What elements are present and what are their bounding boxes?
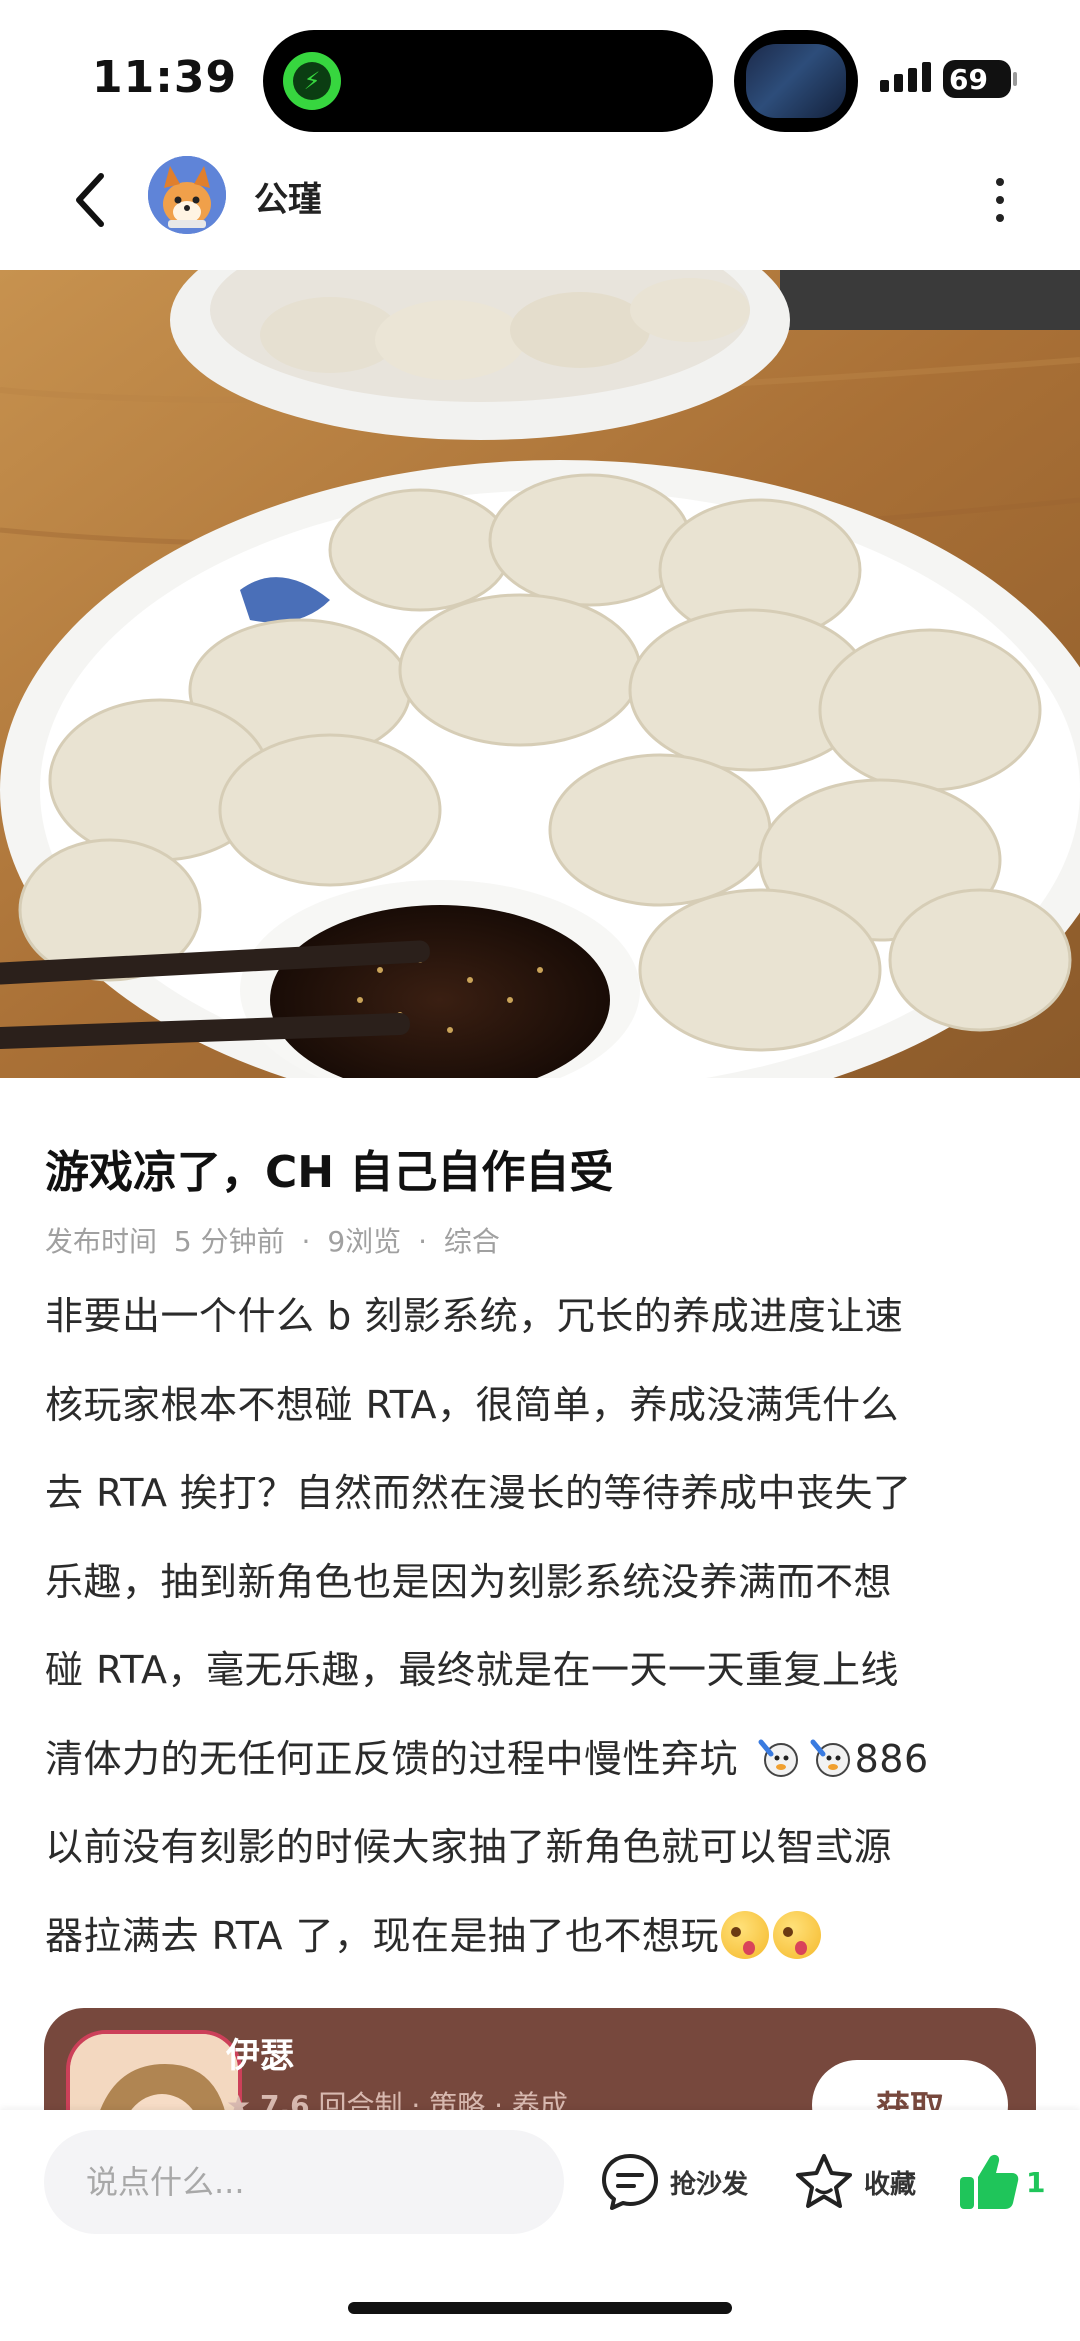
chevron-left-icon xyxy=(76,173,104,227)
thumbs-up-icon xyxy=(960,2154,1019,2209)
meta-separator: · xyxy=(301,1225,311,1258)
woozy-face-emoji-icon xyxy=(721,1910,770,1959)
body-line: 非要出一个什么 b 刻影系统，冗长的养成进度让速 xyxy=(45,1294,904,1338)
body-line-text: 886 xyxy=(854,1736,929,1781)
dynamic-island[interactable]: ⚡ xyxy=(263,30,713,132)
status-time: 11:39 xyxy=(92,52,238,103)
meta-separator: · xyxy=(418,1225,427,1258)
author-name[interactable]: 公瑾 xyxy=(254,172,322,221)
body-line: 去 RTA 挨打？自然而然在漫长的等待养成中丧失了 xyxy=(45,1471,912,1515)
view-count: 9浏览 xyxy=(327,1225,402,1258)
comment-button[interactable]: 抢沙发 xyxy=(598,2150,748,2214)
status-bar: 11:39 ⚡ 69 xyxy=(0,0,1080,150)
woozy-face-emoji-icon xyxy=(773,1910,822,1959)
home-indicator[interactable] xyxy=(348,2302,732,2314)
post-meta: 发布时间 5 分钟前 · 9浏览 · 综合 xyxy=(45,1220,508,1260)
body-line: 核玩家根本不想碰 RTA，很简单，养成没满凭什么 xyxy=(45,1382,899,1427)
battery-icon: 69 xyxy=(943,60,1017,98)
favorite-button[interactable]: 收藏 xyxy=(792,2150,916,2214)
like-count: 1 xyxy=(1026,2165,1046,2199)
favorite-label: 收藏 xyxy=(864,2169,917,2200)
battery-level: 69 xyxy=(949,62,988,96)
salute-emoji-icon xyxy=(810,1739,850,1777)
game-name[interactable]: 伊瑟 xyxy=(226,2028,294,2077)
salute-emoji-icon xyxy=(758,1739,798,1777)
live-activity-icon[interactable]: ⚡ xyxy=(283,52,341,110)
like-button[interactable]: 1 xyxy=(956,2150,1045,2214)
body-line: 乐趣，抽到新角色也是因为刻影系统没养满而不想 xyxy=(45,1559,893,1604)
body-line: 碰 RTA，毫无乐趣，最终就是在一天一天重复上线 xyxy=(45,1648,899,1692)
post-category[interactable]: 综合 xyxy=(444,1225,500,1258)
more-options-button[interactable] xyxy=(980,172,1020,228)
star-outline-icon xyxy=(796,2154,852,2208)
post-title: 游戏凉了，CH 自己自作自受 xyxy=(45,1147,614,1198)
post-image[interactable] xyxy=(0,270,1080,1078)
post-body: 非要出一个什么 b 刻影系统，冗长的养成进度让速 核玩家根本不想碰 RTA，很简… xyxy=(45,1272,1045,1980)
comment-label: 抢沙发 xyxy=(670,2169,749,2200)
post-header: 公瑾 xyxy=(0,150,1080,268)
publish-label: 发布时间 xyxy=(45,1225,158,1258)
avatar[interactable] xyxy=(148,156,226,234)
body-line-text: 器拉满去 RTA 了，现在是抽了也不想玩 xyxy=(45,1913,720,1958)
body-line: 以前没有刻影的时候大家抽了新角色就可以智弎源 xyxy=(45,1825,893,1869)
back-button[interactable] xyxy=(60,170,120,230)
publish-time: 5 分钟前 xyxy=(173,1225,285,1258)
media-thumbnail-pill[interactable] xyxy=(734,30,858,132)
comment-bubble-icon xyxy=(602,2154,658,2210)
body-line-text: 清体力的无任何正反馈的过程中慢性弃坑 xyxy=(45,1736,739,1781)
signal-icon xyxy=(880,62,931,92)
body-line-with-emoji: 清体力的无任何正反馈的过程中慢性弃坑 886 xyxy=(45,1715,1045,1804)
comment-input[interactable] xyxy=(44,2130,564,2234)
body-line-with-emoji: 器拉满去 RTA 了，现在是抽了也不想玩 xyxy=(45,1892,1045,1981)
